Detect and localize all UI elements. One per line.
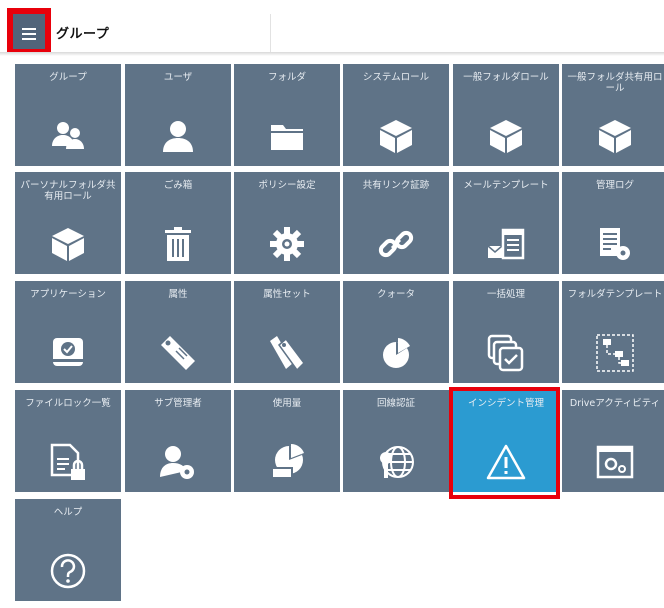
- folder-icon: [267, 116, 307, 156]
- menu-tile-label: ファイルロック一覧: [25, 398, 111, 409]
- tag-icon: [158, 333, 198, 373]
- menu-tile[interactable]: ヘルプ: [15, 499, 121, 601]
- folder-template-icon: [595, 333, 635, 373]
- cube-icon: [376, 116, 416, 156]
- menu-tile-label: アプリケーション: [30, 289, 106, 300]
- log-settings-icon: [595, 224, 635, 264]
- highlight-incident-tile: [449, 387, 560, 499]
- menu-tile-label: 属性セット: [263, 289, 311, 300]
- cube-icon: [486, 116, 526, 156]
- menu-tile-label: 回線認証: [376, 398, 415, 409]
- menu-tile-label: 一括処理: [486, 289, 525, 300]
- menu-tile-label: システムロール: [362, 72, 430, 83]
- globe-key-icon: [376, 442, 416, 482]
- menu-tile[interactable]: 管理ログ: [562, 172, 664, 274]
- menu-button[interactable]: [7, 8, 51, 55]
- menu-tile[interactable]: 属性セット: [234, 281, 340, 383]
- menu-tile-label: ごみ箱: [163, 180, 193, 191]
- menu-tile-label: ヘルプ: [53, 507, 83, 518]
- menu-tile-label: フォルダテンプレート: [567, 289, 663, 300]
- menu-tile-label: ユーザ: [163, 72, 193, 83]
- menu-tile[interactable]: Driveアクティビティ: [562, 390, 664, 492]
- menu-tile[interactable]: パーソナルフォルダ共有用ロール: [15, 172, 121, 274]
- drive-activity-icon: [595, 442, 635, 482]
- header-divider: [270, 14, 271, 56]
- hamburger-icon: [13, 14, 45, 49]
- trash-icon: [158, 224, 198, 264]
- menu-tile[interactable]: 一括処理: [453, 281, 559, 383]
- file-lock-icon: [48, 442, 88, 482]
- menu-tile-label: 使用量: [272, 398, 302, 409]
- menu-tile-label: ポリシー設定: [258, 180, 316, 191]
- cube-icon: [595, 116, 635, 156]
- link-icon: [376, 224, 416, 264]
- gear-icon: [267, 224, 307, 264]
- menu-tile-label: グループ: [49, 72, 87, 83]
- batch-icon: [486, 333, 526, 373]
- user-icon: [158, 116, 198, 156]
- pie-icon: [376, 333, 416, 373]
- menu-tile[interactable]: 共有リンク証跡: [343, 172, 449, 274]
- menu-tile-label: Driveアクティビティ: [569, 398, 661, 409]
- menu-tile-label: パーソナルフォルダ共有用ロール: [20, 180, 116, 202]
- help-icon: [48, 551, 88, 591]
- tags-icon: [267, 333, 307, 373]
- page-title: グループ: [56, 27, 110, 42]
- menu-tile[interactable]: サブ管理者: [125, 390, 231, 492]
- menu-tile-label: 管理ログ: [595, 180, 634, 191]
- menu-tile[interactable]: フォルダテンプレート: [562, 281, 664, 383]
- menu-tile[interactable]: フォルダ: [234, 64, 340, 166]
- menu-tile[interactable]: 回線認証: [343, 390, 449, 492]
- group-users-icon: [48, 116, 88, 156]
- cube-icon: [48, 224, 88, 264]
- menu-tile[interactable]: グループ: [15, 64, 121, 166]
- menu-tile[interactable]: 属性: [125, 281, 231, 383]
- menu-tile-label: クォータ: [376, 289, 415, 300]
- menu-tile-label: サブ管理者: [154, 398, 202, 409]
- usage-icon: [267, 442, 307, 482]
- menu-tile[interactable]: 一般フォルダ共有用ロール: [562, 64, 664, 166]
- menu-tile-label: 共有リンク証跡: [362, 180, 430, 191]
- app-drive-icon: [48, 333, 88, 373]
- mail-template-icon: [486, 224, 526, 264]
- menu-tile[interactable]: アプリケーション: [15, 281, 121, 383]
- menu-tile[interactable]: ユーザ: [125, 64, 231, 166]
- menu-tile[interactable]: メールテンプレート: [453, 172, 559, 274]
- menu-tile-label: 属性: [168, 289, 188, 300]
- top-bar: グループ: [0, 0, 664, 56]
- menu-tile[interactable]: 使用量: [234, 390, 340, 492]
- menu-tile-label: 一般フォルダロール: [463, 72, 549, 83]
- menu-tile[interactable]: 一般フォルダロール: [453, 64, 559, 166]
- menu-tile[interactable]: システムロール: [343, 64, 449, 166]
- menu-tile[interactable]: ごみ箱: [125, 172, 231, 274]
- menu-tile-label: 一般フォルダ共有用ロール: [567, 72, 663, 94]
- menu-tile[interactable]: ポリシー設定: [234, 172, 340, 274]
- sub-admin-icon: [158, 442, 198, 482]
- menu-tile-label: フォルダ: [267, 72, 306, 83]
- menu-tile[interactable]: クォータ: [343, 281, 449, 383]
- menu-tile[interactable]: ファイルロック一覧: [15, 390, 121, 492]
- menu-tile-label: メールテンプレート: [463, 180, 549, 191]
